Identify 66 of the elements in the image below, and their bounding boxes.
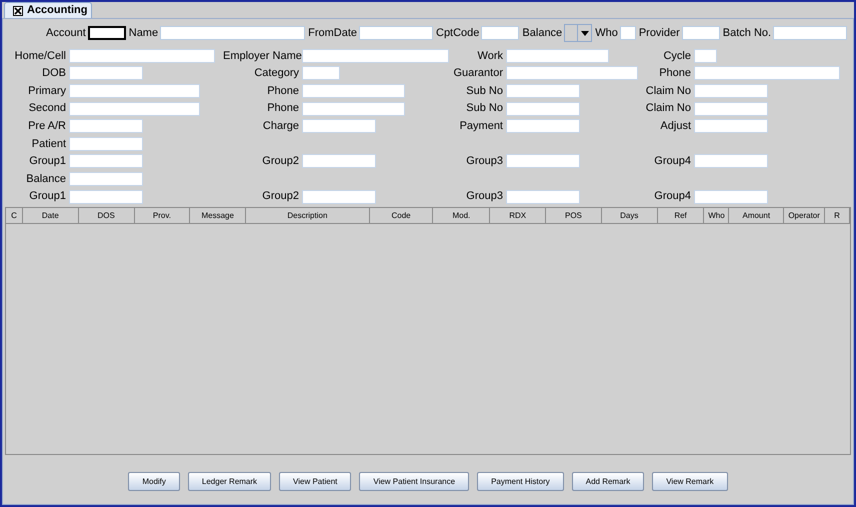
action-button[interactable]: Add Remark <box>572 472 644 492</box>
field-label: Second <box>28 102 66 114</box>
action-button[interactable]: Payment History <box>477 472 564 492</box>
field-label: Sub No <box>466 102 503 114</box>
field-label: FromDate <box>308 26 357 41</box>
column-header[interactable]: Amount <box>729 208 784 224</box>
field-label: Group4 <box>654 155 691 168</box>
close-icon[interactable] <box>13 6 23 16</box>
field-label: Home/Cell <box>14 50 66 62</box>
column-header[interactable]: Date <box>22 208 79 224</box>
field-label: Claim No <box>646 84 691 97</box>
action-button[interactable]: View Patient <box>279 472 352 492</box>
caret-icon <box>577 25 592 41</box>
field-label: Name <box>128 26 158 41</box>
column-header[interactable]: Prov. <box>134 208 190 224</box>
column-header[interactable]: Mod. <box>433 208 490 224</box>
field-label: Group1 <box>29 155 66 168</box>
field-label: Group3 <box>466 155 503 168</box>
field-label: DOB <box>42 67 66 80</box>
field-label: Cycle <box>663 50 691 62</box>
field-label: Patient <box>32 138 66 150</box>
field-label: Category <box>254 67 299 80</box>
field-label: Guarantor <box>453 67 503 80</box>
field-label: Batch No. <box>722 26 772 41</box>
column-header[interactable]: POS <box>546 208 602 224</box>
field-label: Pre A/R <box>28 120 66 132</box>
accounting-tab[interactable]: Accounting <box>4 2 92 18</box>
field-label: Group4 <box>654 190 691 202</box>
action-button[interactable]: View Patient Insurance <box>359 472 470 492</box>
field-label: Group2 <box>262 190 299 202</box>
field-label: Phone <box>659 67 691 80</box>
field-label: Adjust <box>660 120 691 132</box>
column-header[interactable]: RDX <box>490 208 546 224</box>
field-label: Primary <box>28 84 66 97</box>
input-field[interactable] <box>88 26 126 40</box>
field-label: Balance <box>522 26 562 41</box>
field-label: Phone <box>267 84 299 97</box>
field-label: Payment <box>460 120 503 132</box>
column-header[interactable]: Message <box>190 208 246 224</box>
field-label: Provider <box>638 26 680 41</box>
field-label: Group2 <box>262 155 299 168</box>
column-header[interactable]: Days <box>602 208 658 224</box>
action-button[interactable]: Modify <box>128 472 180 492</box>
column-header[interactable]: Operator <box>784 208 826 224</box>
field-label: CptCode <box>436 26 480 41</box>
field-label: Claim No <box>646 102 691 114</box>
field-label: Group3 <box>466 190 503 202</box>
field-label: Group1 <box>29 190 66 202</box>
column-header[interactable]: C <box>6 208 23 224</box>
column-header[interactable]: R <box>825 208 850 224</box>
field-label: Sub No <box>466 84 503 97</box>
column-header[interactable]: DOS <box>78 208 135 224</box>
column-header[interactable]: Ref <box>658 208 704 224</box>
field-label: Phone <box>267 102 299 114</box>
field-label: Who <box>595 26 618 41</box>
field-label: Work <box>478 50 503 62</box>
field-label: Employer Name <box>223 50 302 62</box>
field-label: Balance <box>26 172 66 185</box>
column-header[interactable]: Description <box>246 208 370 224</box>
field-label: Charge <box>262 120 299 132</box>
action-button[interactable]: Ledger Remark <box>188 472 272 492</box>
balance-dropdown[interactable] <box>564 24 592 42</box>
column-header[interactable]: Who <box>704 208 730 224</box>
field-label: Account <box>46 26 86 41</box>
action-button[interactable]: View Remark <box>652 472 728 492</box>
column-header[interactable]: Code <box>370 208 434 224</box>
